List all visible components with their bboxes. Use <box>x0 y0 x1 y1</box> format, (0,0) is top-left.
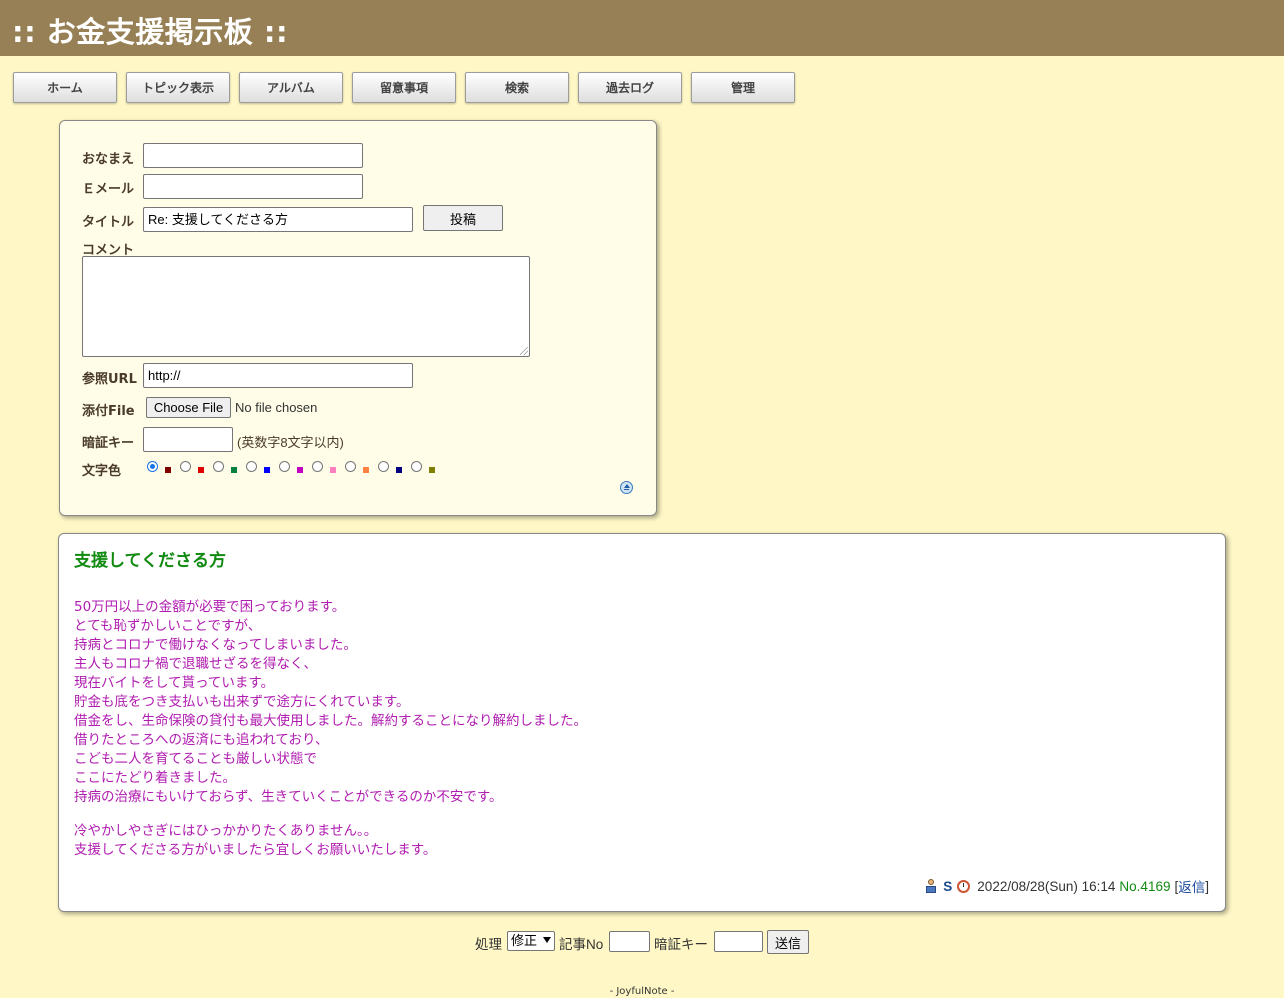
resize-grip-icon[interactable] <box>520 347 528 355</box>
name-input[interactable] <box>143 143 363 168</box>
post-form: おなまえ Ｅメール タイトル Re: 支援してくださる方 投稿 コメント 参照U… <box>59 120 657 516</box>
file-label: 添付File <box>82 404 135 419</box>
post-datetime: 2022/08/28(Sun) 16:14 <box>977 878 1116 894</box>
post-body-line: 主人もコロナ禍で退職せざるを得なく、 <box>74 656 317 672</box>
color-label: 文字色 <box>82 464 122 479</box>
post-body-line: 50万円以上の金額が必要で困っております。 <box>74 599 346 615</box>
process-select-value: 修正 <box>511 933 538 948</box>
email-input[interactable] <box>143 174 363 199</box>
clock-icon <box>957 879 971 893</box>
nav-album-button[interactable]: アルバム <box>239 72 343 103</box>
post-body-line: ここにたどり着きました。 <box>74 770 236 786</box>
color-swatch <box>396 467 402 473</box>
post-title: 支援してくださる方 <box>74 551 226 571</box>
nav-home-button[interactable]: ホーム <box>13 72 117 103</box>
color-swatch <box>198 467 204 473</box>
color-swatch <box>165 467 171 473</box>
send-button[interactable]: 送信 <box>767 930 809 954</box>
url-label: 参照URL <box>82 372 137 387</box>
post-article: 支援してくださる方 50万円以上の金額が必要で困っております。 とても恥ずかしいこ… <box>58 533 1226 912</box>
article-no-label: 記事No <box>559 937 604 952</box>
color-swatch <box>330 467 336 473</box>
post-author: S <box>943 878 953 894</box>
nav-search-button[interactable]: 検索 <box>465 72 569 103</box>
nav-notes-button[interactable]: 留意事項 <box>352 72 456 103</box>
post-body-line: とても恥ずかしいことですが、 <box>74 618 262 634</box>
site-header: :: お金支援掲示板 :: <box>0 0 1284 56</box>
scroll-top-icon[interactable] <box>620 481 633 494</box>
name-label: おなまえ <box>82 152 135 167</box>
color-radio[interactable] <box>180 461 191 472</box>
post-body-line: こども二人を育てることも厳しい状態で <box>74 751 317 767</box>
reply-link[interactable]: 返信 <box>1178 876 1205 896</box>
nav-topics-button[interactable]: トピック表示 <box>126 72 230 103</box>
file-status: No file chosen <box>235 400 318 415</box>
reply-bracket-close: ] <box>1205 878 1209 894</box>
submit-button[interactable]: 投稿 <box>423 205 503 231</box>
post-body: 50万円以上の金額が必要で困っております。 とても恥ずかしいことですが、持病とコロ… <box>74 598 587 860</box>
color-radio[interactable] <box>345 461 356 472</box>
key-input[interactable] <box>143 427 233 452</box>
color-radio[interactable] <box>213 461 224 472</box>
proc-key-label: 暗証キー <box>654 937 708 952</box>
title-input[interactable]: Re: 支援してくださる方 <box>143 207 413 232</box>
proc-key-input[interactable] <box>714 931 763 952</box>
color-swatch <box>264 467 270 473</box>
choose-file-button[interactable]: Choose File <box>146 397 231 418</box>
post-meta: S 2022/08/28(Sun) 16:14 No.4169 [返信] <box>925 876 1209 896</box>
comment-textarea[interactable] <box>82 256 530 357</box>
nav-archive-button[interactable]: 過去ログ <box>578 72 682 103</box>
post-body-line: 貯金も底をつき支払いも出来ずで途方にくれています。 <box>74 694 410 710</box>
color-swatch <box>297 467 303 473</box>
site-title: :: お金支援掲示板 :: <box>12 15 289 49</box>
post-body-line: 持病とコロナで働けなくなってしまいました。 <box>74 637 357 653</box>
color-radio[interactable] <box>147 461 158 472</box>
post-body-line: 支援してくださる方がいましたら宜しくお願いいたします。 <box>74 842 437 858</box>
key-hint: (英数字8文字以内) <box>237 435 344 450</box>
key-label: 暗証キー <box>82 436 135 451</box>
process-select[interactable]: 修正 <box>507 931 555 951</box>
color-swatch <box>231 467 237 473</box>
color-swatch <box>429 467 435 473</box>
color-radio[interactable] <box>378 461 389 472</box>
nav-admin-button[interactable]: 管理 <box>691 72 795 103</box>
post-body-line: 持病の治療にもいけておらず、生きていくことができるのか不安です。 <box>74 789 503 805</box>
email-label: Ｅメール <box>82 182 135 197</box>
title-label: タイトル <box>82 215 135 230</box>
color-radio[interactable] <box>411 461 422 472</box>
color-radio[interactable] <box>312 461 323 472</box>
article-no-input[interactable] <box>609 931 650 952</box>
process-label: 処理 <box>475 937 502 952</box>
color-radio[interactable] <box>279 461 290 472</box>
post-body-line: 現在バイトをして貰っています。 <box>74 675 275 691</box>
chevron-down-icon <box>543 937 551 943</box>
post-body-line: 借りたところへの返済にも追われており、 <box>74 732 329 748</box>
footer-credit: - JoyfulNote - <box>609 986 675 997</box>
url-input[interactable]: http:// <box>143 363 413 388</box>
post-number: No.4169 <box>1119 878 1171 894</box>
color-swatch <box>363 467 369 473</box>
color-radio[interactable] <box>246 461 257 472</box>
post-body-line: 冷やかしやさぎにはひっかかりたくありません。。 <box>74 823 378 839</box>
user-icon <box>925 879 937 893</box>
post-body-line: 借金をし、生命保険の貸付も最大使用しました。解約することになり解約しました。 <box>74 713 587 729</box>
